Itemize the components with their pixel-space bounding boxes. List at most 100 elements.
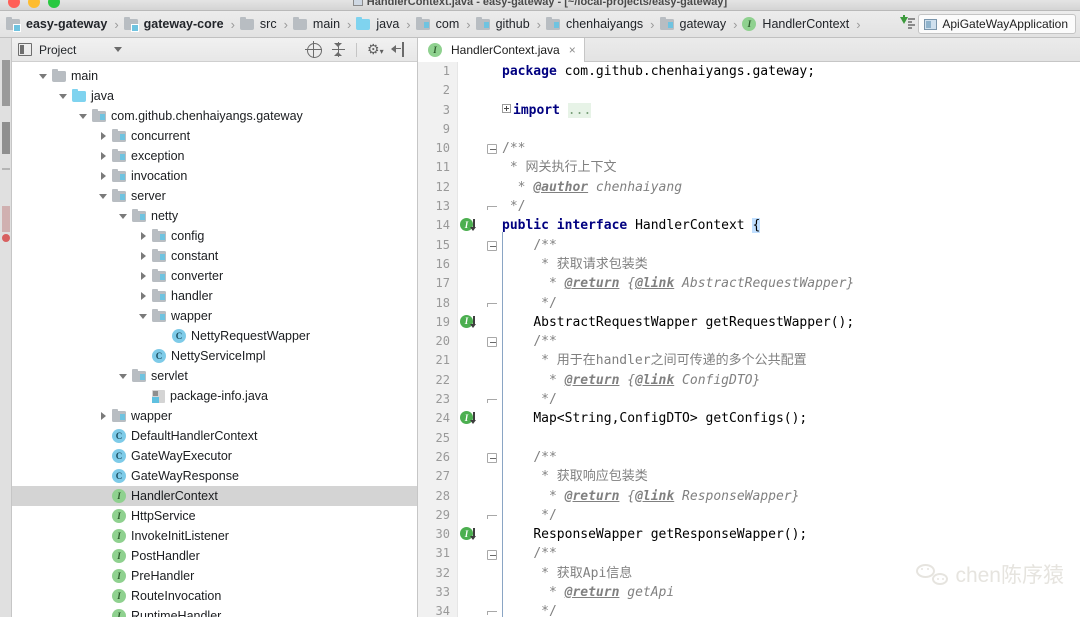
tree-twisty-closed-icon[interactable]	[136, 248, 152, 264]
tree-row[interactable]: main	[12, 66, 417, 86]
breadcrumb-item-src[interactable]: src	[239, 11, 279, 37]
chevron-down-icon[interactable]	[114, 47, 123, 52]
tree-row[interactable]: I RuntimeHandler	[12, 606, 417, 617]
run-configuration-selector[interactable]: ApiGateWayApplication	[918, 14, 1076, 34]
tree-row[interactable]: C NettyRequestWapper	[12, 326, 417, 346]
left-tool-strip[interactable]	[0, 38, 12, 617]
indent-guide	[502, 232, 503, 617]
implemented-interface-marker-icon[interactable]: I	[460, 217, 482, 233]
interface-icon: I	[112, 489, 126, 503]
tree-twisty-closed-icon[interactable]	[136, 268, 152, 284]
breadcrumb-item-chenhaiyangs[interactable]: chenhaiyangs	[546, 11, 645, 37]
collapse-all-icon[interactable]	[331, 42, 346, 57]
tree-row[interactable]: I RouteInvocation	[12, 586, 417, 606]
tree-row[interactable]: I PostHandler	[12, 546, 417, 566]
breadcrumb-item-java[interactable]: java	[356, 11, 401, 37]
tree-twisty-closed-icon[interactable]	[136, 288, 152, 304]
tree-row-label: HttpService	[131, 509, 196, 523]
editor-tab-handlercontext[interactable]: I HandlerContext.java ×	[418, 38, 585, 62]
project-view-icon	[18, 43, 32, 56]
tree-row[interactable]: java	[12, 86, 417, 106]
breadcrumb-item-github[interactable]: github	[475, 11, 532, 37]
fold-toggle-javadoc-api[interactable]	[487, 549, 497, 560]
code-text[interactable]: package com.github.chenhaiyangs.gateway;…	[500, 62, 1080, 617]
run-configuration-icon	[924, 18, 938, 30]
tree-row[interactable]: invocation	[12, 166, 417, 186]
tree-twisty-open-icon[interactable]	[136, 308, 152, 324]
tree-row[interactable]: handler	[12, 286, 417, 306]
fold-end-javadoc-configs[interactable]	[487, 397, 497, 404]
tree-row[interactable]: converter	[12, 266, 417, 286]
tree-row[interactable]: exception	[12, 146, 417, 166]
tree-row[interactable]: package-info.java	[12, 386, 417, 406]
breadcrumb-item-gateway[interactable]: gateway	[659, 11, 729, 37]
fold-end-javadoc-request[interactable]	[487, 301, 497, 307]
fold-toggle-javadoc-response[interactable]	[487, 453, 497, 463]
line-number: 21	[435, 353, 450, 368]
package-icon	[152, 248, 166, 262]
tree-row[interactable]: wapper	[12, 306, 417, 326]
breadcrumb-item-gateway-core[interactable]: gateway-core	[123, 11, 226, 37]
settings-gear-icon[interactable]: ⚙▾	[367, 42, 384, 57]
close-tab-icon[interactable]: ×	[569, 43, 576, 57]
implemented-interface-marker-icon[interactable]: I	[460, 314, 482, 330]
implemented-interface-marker-icon[interactable]: I	[460, 526, 482, 542]
download-dependencies-icon[interactable]	[898, 15, 916, 33]
tree-row[interactable]: I InvokeInitListener	[12, 526, 417, 546]
scroll-from-source-icon[interactable]	[305, 41, 322, 58]
project-tree[interactable]: main java com.github.chenhaiyangs.gateway c…	[12, 62, 417, 617]
tree-row[interactable]: C NettyServiceImpl	[12, 346, 417, 366]
tree-twisty-closed-icon[interactable]	[96, 128, 112, 144]
tree-row[interactable]: I HttpService	[12, 506, 417, 526]
implemented-interface-marker-icon[interactable]: I	[460, 410, 482, 426]
code-line: /**	[533, 237, 557, 253]
breadcrumb-item-handlercontext[interactable]: I HandlerContext	[742, 11, 851, 37]
tree-row[interactable]: C DefaultHandlerContext	[12, 426, 417, 446]
tree-twisty-open-icon[interactable]	[76, 108, 92, 124]
tree-twisty-open-icon[interactable]	[96, 188, 112, 204]
tree-twisty-open-icon[interactable]	[36, 68, 52, 84]
tree-twisty-closed-icon[interactable]	[96, 168, 112, 184]
fold-end-javadoc-class[interactable]	[487, 204, 497, 211]
tree-twisty-closed-icon[interactable]	[96, 148, 112, 164]
breadcrumb-item-com[interactable]: com	[415, 11, 462, 37]
tree-row[interactable]: concurrent	[12, 126, 417, 146]
tree-row-label: exception	[131, 149, 185, 163]
tree-row[interactable]: I PreHandler	[12, 566, 417, 586]
fold-end-javadoc-api[interactable]	[487, 609, 497, 616]
tree-row[interactable]: server	[12, 186, 417, 206]
breadcrumb-item-main[interactable]: main	[292, 11, 342, 37]
tree-row[interactable]: C GateWayResponse	[12, 466, 417, 486]
fold-end-javadoc-response[interactable]	[487, 513, 497, 519]
tree-row[interactable]: C GateWayExecutor	[12, 446, 417, 466]
tree-row-selected[interactable]: I HandlerContext	[12, 486, 417, 506]
tree-twisty-closed-icon[interactable]	[96, 408, 112, 424]
fold-toggle-javadoc-request[interactable]	[487, 240, 497, 251]
tree-twisty-closed-icon[interactable]	[136, 228, 152, 244]
interface-icon: I	[112, 569, 126, 583]
tree-row[interactable]: servlet	[12, 366, 417, 386]
tree-row-label: config	[171, 229, 205, 243]
code-folding-gutter[interactable]	[484, 62, 500, 617]
hide-panel-icon[interactable]	[391, 42, 407, 57]
tree-row[interactable]: netty	[12, 206, 417, 226]
tree-twisty-open-icon[interactable]	[116, 208, 132, 224]
class-icon: C	[112, 469, 126, 483]
fold-toggle-javadoc-configs[interactable]	[487, 337, 497, 348]
tree-row[interactable]: config	[12, 226, 417, 246]
breadcrumb-item-easy-gateway[interactable]: easy-gateway	[6, 11, 109, 37]
annotation-gutter[interactable]: IIIII	[458, 62, 484, 617]
fold-toggle-javadoc-class[interactable]	[487, 144, 497, 155]
tree-row-label: NettyRequestWapper	[191, 329, 311, 343]
tree-row[interactable]: wapper	[12, 406, 417, 426]
tree-row[interactable]: com.github.chenhaiyangs.gateway	[12, 106, 417, 126]
interface-icon: I	[742, 17, 757, 31]
tree-twisty-open-icon[interactable]	[116, 368, 132, 384]
breadcrumb-label: chenhaiyangs	[566, 17, 644, 31]
tree-row-label: converter	[171, 269, 224, 283]
tree-row[interactable]: constant	[12, 246, 417, 266]
tree-twisty-open-icon[interactable]	[56, 88, 72, 104]
code-line: * 获取Api信息	[541, 565, 633, 581]
